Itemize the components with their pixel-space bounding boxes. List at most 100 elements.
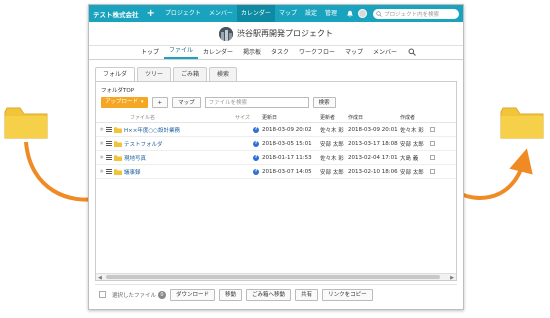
search-button[interactable]: 検索 — [312, 97, 336, 108]
updated-date: 2018-03-05 15:01 — [262, 140, 312, 147]
nav-map[interactable]: マップ — [275, 5, 301, 22]
user-avatar[interactable] — [358, 9, 368, 18]
created-date: 2018-03-09 20:01 — [348, 126, 398, 133]
table-row[interactable]: ★ 現地写真 ? 2018-01-17 11:53 佐々木 彩 2013-02-… — [96, 151, 456, 165]
updater-name: 安部 太郎 — [320, 141, 344, 148]
project-search-input[interactable]: プロジェクト内を検索 — [373, 8, 459, 19]
file-name-link[interactable]: テストフォルダ — [124, 140, 163, 148]
row-checkbox[interactable] — [430, 169, 435, 174]
updater-name: 安部 太郎 — [320, 169, 344, 176]
creator-name: 安部 太郎 — [400, 141, 424, 148]
top-navigation: テスト株式会社 + プロジェクト メンバー カレンダー マップ 設定 管理 プロ… — [89, 5, 463, 22]
chevron-down-icon: ▾ — [141, 99, 144, 105]
table-row[interactable]: ★ テストフォルダ ? 2018-03-05 15:01 安部 太郎 2013-… — [96, 137, 456, 151]
tab-search[interactable]: 検索 — [209, 67, 238, 81]
nav-settings[interactable]: 設定 — [301, 5, 321, 22]
creator-name: 佐々木 彩 — [400, 127, 424, 134]
file-search-input[interactable]: ファイルを検索 — [204, 97, 309, 108]
new-folder-button[interactable]: + — [151, 97, 169, 108]
company-name[interactable]: テスト株式会社 — [93, 9, 139, 19]
nav-admin[interactable]: 管理 — [321, 5, 341, 22]
star-icon[interactable]: ★ — [96, 126, 104, 133]
copy-link-button[interactable]: リンクをコピー — [322, 288, 373, 301]
header-size[interactable]: サイズ — [230, 114, 250, 121]
search-placeholder: プロジェクト内を検索 — [384, 11, 440, 18]
file-name-link[interactable]: 議事録 — [124, 168, 141, 176]
folder-icon — [114, 126, 122, 133]
created-date: 2013-03-17 18:08 — [348, 140, 398, 147]
bulk-actions-bar: 選択したファイル 0 ダウンロード 移動 ごみ箱へ移動 共有 リンクをコピー — [95, 284, 457, 304]
folder-icon — [114, 154, 122, 161]
header-name[interactable]: ファイル名 — [114, 114, 230, 121]
file-name-link[interactable]: 現地写真 — [124, 154, 146, 162]
folder-icon — [500, 106, 544, 140]
header-created[interactable]: 作成日 — [348, 114, 400, 121]
add-button[interactable]: + — [147, 8, 155, 19]
file-name-link[interactable]: H××年度○○設計業務 — [124, 126, 180, 134]
upload-label: アップロード — [105, 99, 139, 105]
subnav-board[interactable]: 掲示板 — [238, 47, 266, 59]
share-button[interactable]: 共有 — [295, 288, 319, 301]
bell-icon[interactable] — [345, 9, 355, 19]
move-to-trash-button[interactable]: ごみ箱へ移動 — [246, 288, 292, 301]
updater-name: 佐々木 彩 — [320, 155, 344, 162]
file-panel: フォルダTOP アップロード ▾ + マップ ファイルを検索 検索 ファイル名 … — [95, 81, 457, 281]
star-icon[interactable]: ★ — [96, 154, 104, 161]
table-row[interactable]: ★ H××年度○○設計業務 ? 2018-03-09 20:02 佐々木 彩 2… — [96, 123, 456, 137]
select-all-checkbox[interactable] — [99, 291, 106, 298]
info-icon[interactable]: ? — [253, 154, 259, 161]
subnav-top[interactable]: トップ — [136, 47, 164, 59]
project-avatar — [219, 26, 233, 41]
created-date: 2013-02-10 18:06 — [348, 168, 398, 175]
row-checkbox[interactable] — [430, 127, 435, 132]
folder-icon — [114, 140, 122, 147]
subnav-members[interactable]: メンバー — [368, 47, 402, 59]
star-icon[interactable]: ★ — [96, 140, 104, 147]
row-checkbox[interactable] — [430, 141, 435, 146]
header-updated[interactable]: 更新日 — [262, 114, 320, 121]
info-icon[interactable]: ? — [253, 126, 259, 133]
info-icon[interactable]: ? — [253, 140, 259, 147]
table-row[interactable]: ★ 議事録 ? 2018-03-07 14:05 安部 太郎 2013-02-1… — [96, 165, 456, 179]
folder-icon — [114, 168, 122, 175]
table-header: ファイル名 サイズ 更新日 更新者 作成日 作成者 — [96, 113, 456, 123]
horizontal-scrollbar[interactable]: ◀ ▶ — [96, 273, 456, 281]
search-icon[interactable] — [408, 48, 416, 56]
nav-calendar[interactable]: カレンダー — [236, 5, 275, 22]
scrollbar-thumb[interactable] — [106, 275, 440, 279]
breadcrumb[interactable]: フォルダTOP — [101, 86, 134, 94]
download-button[interactable]: ダウンロード — [170, 288, 216, 301]
upload-button[interactable]: アップロード ▾ — [101, 97, 148, 108]
chevron-right-icon[interactable]: ▶ — [450, 275, 454, 281]
subnav-files[interactable]: ファイル — [163, 45, 198, 59]
header-updater[interactable]: 更新者 — [320, 114, 348, 121]
folder-icon — [4, 106, 48, 140]
header-creator[interactable]: 作成者 — [400, 114, 430, 121]
star-icon[interactable]: ★ — [96, 168, 104, 175]
tab-trash[interactable]: ごみ箱 — [173, 67, 208, 81]
chevron-left-icon[interactable]: ◀ — [98, 275, 102, 281]
project-subnav: トップ ファイル カレンダー 掲示板 タスク ワークフロー マップ メンバー — [89, 46, 463, 60]
map-button[interactable]: マップ — [172, 97, 201, 108]
menu-icon[interactable] — [106, 141, 112, 146]
nav-projects[interactable]: プロジェクト — [161, 5, 205, 22]
subnav-tasks[interactable]: タスク — [266, 47, 294, 59]
selected-files-label: 選択したファイル — [112, 292, 157, 299]
move-button[interactable]: 移動 — [219, 288, 243, 301]
menu-icon[interactable] — [106, 169, 112, 174]
search-icon — [376, 10, 383, 17]
menu-icon[interactable] — [106, 127, 112, 132]
updated-date: 2018-01-17 11:53 — [262, 154, 312, 161]
subnav-calendar[interactable]: カレンダー — [198, 47, 238, 59]
subnav-map[interactable]: マップ — [340, 47, 368, 59]
file-table: ファイル名 サイズ 更新日 更新者 作成日 作成者 ★ H××年度○○設計業務 … — [96, 113, 456, 179]
nav-members[interactable]: メンバー — [205, 5, 237, 22]
project-title: 渋谷駅再開発プロジェクト — [237, 29, 333, 38]
row-checkbox[interactable] — [430, 155, 435, 160]
subnav-workflow[interactable]: ワークフロー — [294, 47, 340, 59]
menu-icon[interactable] — [106, 155, 112, 160]
selected-count-badge: 0 — [158, 290, 167, 299]
tab-tree[interactable]: ツリー — [137, 67, 172, 81]
info-icon[interactable]: ? — [253, 168, 259, 175]
tab-folder[interactable]: フォルダ — [95, 67, 136, 82]
